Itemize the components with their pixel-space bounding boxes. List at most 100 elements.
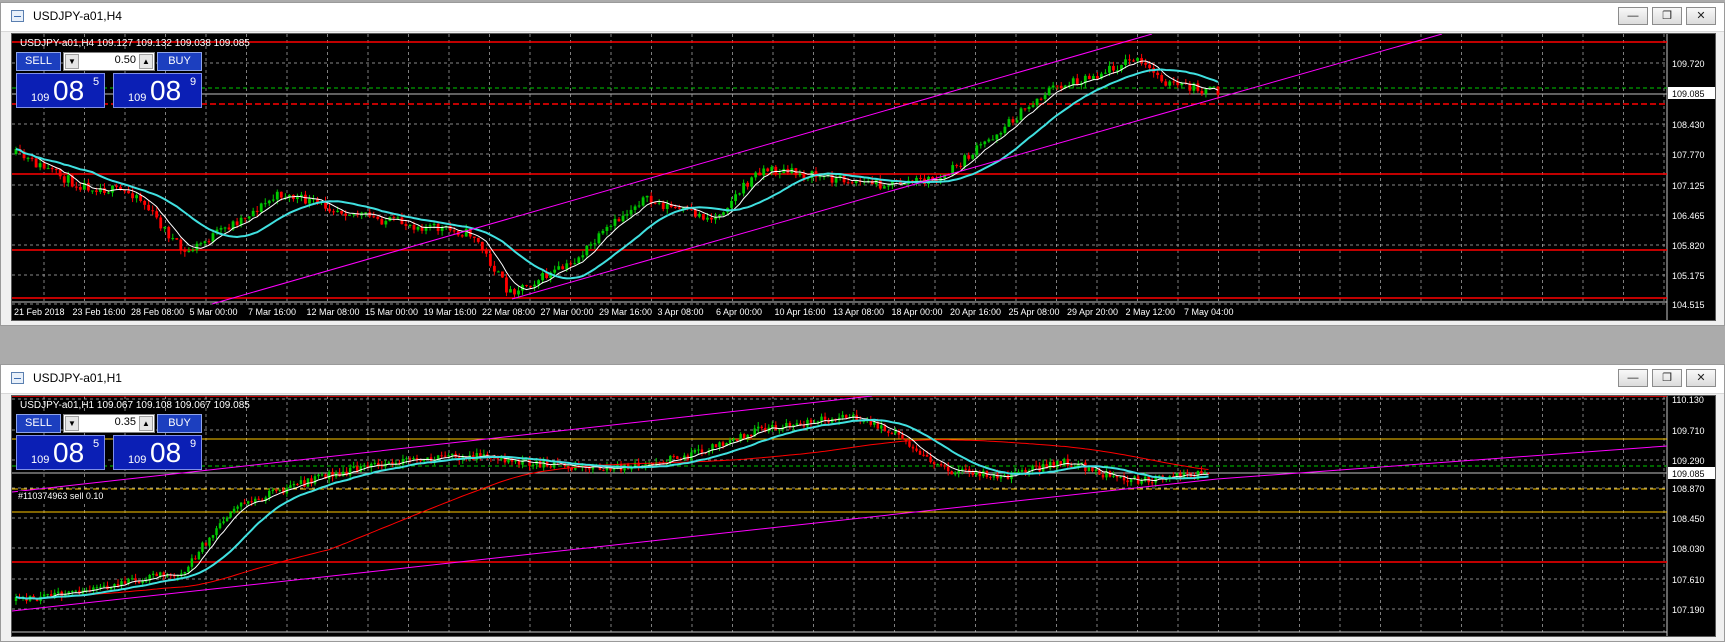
candle-body — [1200, 470, 1203, 474]
candle-body — [54, 168, 58, 170]
lot-size-input[interactable]: ▼ 0.50 ▲ — [63, 52, 155, 71]
candle-body — [1112, 475, 1115, 477]
candle-body — [513, 289, 516, 295]
candle-body — [963, 155, 967, 167]
window-titlebar[interactable]: USDJPY-a01,H1 — ❐ ✕ — [1, 365, 1724, 394]
buy-button[interactable]: BUY — [157, 414, 202, 433]
candle-body — [95, 587, 99, 589]
candle-body — [46, 168, 50, 170]
arrow-up-icon[interactable]: ▲ — [139, 416, 153, 431]
candle-body — [380, 465, 384, 467]
candle-body — [479, 453, 482, 456]
candle-body — [1043, 95, 1047, 100]
buy-price-button[interactable]: 109 08 9 — [113, 435, 202, 470]
chart-area[interactable]: 110.130 109.710 109.290 109.085 108.870 108.4… — [11, 395, 1716, 637]
candle-body — [94, 190, 98, 192]
candle-body — [657, 202, 661, 204]
candle-body — [1094, 469, 1098, 472]
candle-body — [440, 227, 444, 231]
candle-body — [750, 177, 754, 187]
candle-body — [959, 165, 963, 167]
candle-body — [158, 572, 162, 577]
sell-price-button[interactable]: 109 08 5 — [16, 435, 105, 470]
price-chart[interactable]: 110.130 109.710 109.290 109.085 108.870 108.4… — [12, 396, 1716, 637]
window-titlebar[interactable]: USDJPY-a01,H4 — ❐ ✕ — [1, 3, 1724, 32]
chart-area[interactable]: 109.720 109.085 108.430 107.770 107.125 106.4… — [11, 33, 1716, 321]
candle-body — [778, 429, 781, 431]
candle-body — [1020, 469, 1024, 472]
price-axis-label: 106.465 — [1672, 211, 1705, 221]
price-axis-label: 109.290 — [1672, 456, 1705, 466]
candle-body — [275, 490, 278, 492]
candle-body — [66, 175, 70, 183]
candle-body — [732, 438, 735, 441]
candle-body — [412, 458, 415, 460]
candle-body — [440, 455, 443, 457]
candle-body — [38, 163, 42, 168]
candle-body — [1124, 59, 1127, 65]
arrow-down-icon[interactable]: ▼ — [65, 416, 79, 431]
lot-size-input[interactable]: ▼ 0.35 ▲ — [63, 414, 155, 433]
candle-body — [328, 208, 331, 212]
sell-button[interactable]: SELL — [16, 52, 61, 71]
candle-body — [730, 200, 733, 208]
order-label: #110374963 sell 0.10 — [18, 491, 104, 501]
candle-body — [320, 474, 324, 476]
arrow-up-icon[interactable]: ▲ — [139, 54, 153, 69]
arrow-down-icon[interactable]: ▼ — [65, 54, 79, 69]
candle-body — [762, 168, 766, 176]
candle-body — [151, 210, 155, 212]
restore-button[interactable]: ❐ — [1652, 369, 1682, 387]
candle-body — [139, 195, 143, 201]
one-click-trading-panel: SELL ▼ 0.35 ▲ BUY 109 08 5 109 08 9 — [16, 414, 202, 470]
candle-body — [588, 467, 591, 470]
candle-body — [841, 414, 844, 418]
candle-body — [585, 245, 589, 256]
candle-body — [476, 237, 480, 242]
candle-body — [203, 241, 207, 244]
price-chart[interactable]: 109.720 109.085 108.430 107.770 107.125 106.4… — [12, 34, 1716, 321]
sell-button[interactable]: SELL — [16, 414, 61, 433]
candle-body — [746, 182, 750, 187]
candle-body — [613, 218, 617, 226]
close-button[interactable]: ✕ — [1686, 369, 1716, 387]
candle-body — [505, 277, 508, 293]
time-axis-label: 29 Apr 20:00 — [1067, 307, 1118, 317]
candle-body — [179, 239, 183, 251]
candle-body — [116, 584, 120, 586]
price-axis-label: 105.175 — [1672, 271, 1705, 281]
buy-price-button[interactable]: 109 08 9 — [113, 73, 202, 108]
minimize-button[interactable]: — — [1618, 7, 1648, 25]
candle-body — [171, 238, 175, 240]
chart-window-h1[interactable]: USDJPY-a01,H1 — ❐ ✕ 110.130 109.710 109.29… — [0, 364, 1725, 642]
candle-body — [1168, 81, 1172, 86]
sell-price-button[interactable]: 109 08 5 — [16, 73, 105, 108]
candle-body — [886, 185, 890, 187]
candle-body — [529, 285, 532, 287]
candle-body — [250, 501, 253, 503]
symbol-info: USDJPY-a01,H1 109.067 109.108 109.067 10… — [20, 400, 250, 411]
candle-body — [531, 464, 535, 466]
minimize-button[interactable]: — — [1618, 369, 1648, 387]
candle-body — [218, 523, 222, 529]
current-price-label: 109.085 — [1672, 469, 1705, 479]
close-button[interactable]: ✕ — [1686, 7, 1716, 25]
buy-price-sup: 9 — [190, 438, 197, 450]
candle-body — [778, 173, 782, 175]
buy-button[interactable]: BUY — [157, 52, 202, 71]
candle-body — [289, 485, 292, 488]
candle-body — [71, 591, 74, 593]
buy-price-big: 08 — [150, 75, 182, 106]
candle-body — [1132, 60, 1135, 62]
candle-body — [1212, 86, 1216, 88]
candle-body — [130, 578, 134, 580]
price-axis-label: 107.610 — [1672, 575, 1705, 585]
candle-body — [609, 225, 613, 227]
candle-body — [850, 182, 854, 184]
candle-body — [581, 255, 585, 258]
restore-button[interactable]: ❐ — [1652, 7, 1682, 25]
chart-window-h4[interactable]: USDJPY-a01,H4 — ❐ ✕ 109.720 109.085 108.43… — [0, 2, 1725, 326]
time-axis-label: 21 Feb 2018 — [14, 307, 65, 317]
candle-body — [42, 163, 46, 169]
candle-body — [236, 506, 239, 509]
